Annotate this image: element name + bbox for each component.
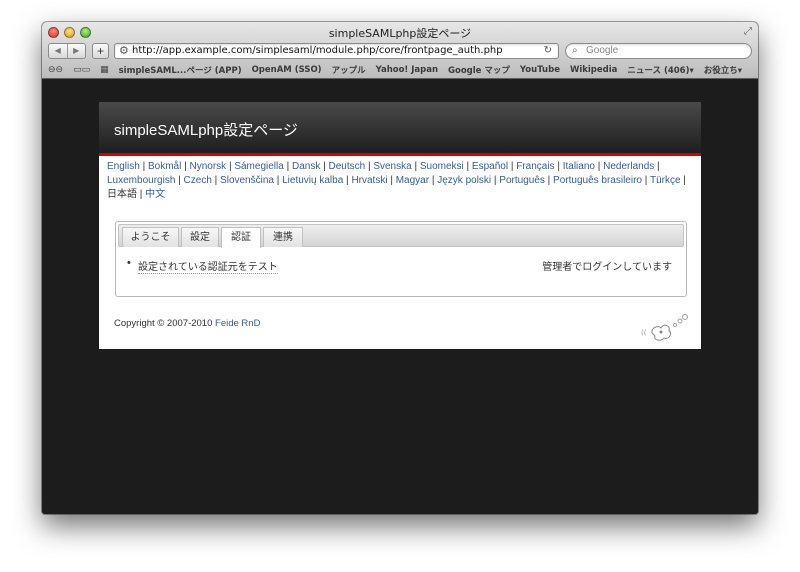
language-separator: | bbox=[463, 161, 472, 172]
language-link[interactable]: Język polski bbox=[437, 175, 491, 186]
add-bookmark-button[interactable]: + bbox=[92, 43, 109, 59]
language-link[interactable]: Slovenščina bbox=[220, 175, 274, 186]
page-title: simpleSAMLphp設定ページ bbox=[114, 122, 298, 139]
language-link[interactable]: Suomeksi bbox=[420, 161, 464, 172]
language-separator: | bbox=[508, 161, 517, 172]
window-title: simpleSAMLphp設定ページ bbox=[328, 27, 472, 40]
language-separator: | bbox=[680, 175, 686, 186]
reload-icon[interactable]: ↻ bbox=[544, 44, 552, 58]
language-link[interactable]: Hrvatski bbox=[351, 175, 387, 186]
bookmark-item[interactable]: Google マップ bbox=[448, 64, 510, 76]
site-icon: ⚙ bbox=[119, 45, 129, 57]
language-link[interactable]: Türkçe bbox=[650, 175, 681, 186]
language-separator: | bbox=[554, 161, 563, 172]
back-button[interactable]: ◀ bbox=[49, 44, 67, 58]
language-separator: | bbox=[139, 161, 148, 172]
copyright-text: Copyright © 2007-2010 bbox=[114, 318, 216, 329]
search-icon[interactable]: ⌕ bbox=[572, 44, 578, 58]
language-separator: | bbox=[411, 161, 420, 172]
bookmark-item[interactable]: Wikipedia bbox=[570, 65, 617, 75]
address-input[interactable]: http://app.example.com/simplesaml/module… bbox=[132, 44, 503, 58]
language-link[interactable]: Luxembourgish bbox=[107, 175, 175, 186]
bookmark-folder[interactable]: お役立ち▾ bbox=[704, 64, 742, 76]
language-link[interactable]: Português bbox=[499, 175, 545, 186]
language-link[interactable]: 中文 bbox=[145, 189, 165, 200]
language-separator: | bbox=[429, 175, 438, 186]
tab-panel: ようこそ 設定 認証 連携 設定されている認証元をテスト 管理者でログインしてい… bbox=[115, 221, 687, 297]
search-input[interactable]: Google bbox=[586, 44, 618, 58]
language-link[interactable]: Lietuvių kalba bbox=[282, 175, 343, 186]
language-link[interactable]: Czech bbox=[184, 175, 212, 186]
language-link[interactable]: Español bbox=[472, 161, 508, 172]
language-separator: | bbox=[283, 161, 292, 172]
bookmarks-book-icon[interactable]: ▭▭ bbox=[73, 65, 90, 75]
list-item: 設定されている認証元をテスト bbox=[127, 257, 278, 274]
language-link[interactable]: Magyar bbox=[396, 175, 429, 186]
feide-link[interactable]: Feide RnD bbox=[215, 318, 260, 329]
language-separator: | bbox=[273, 175, 283, 186]
language-link[interactable]: Dansk bbox=[292, 161, 320, 172]
back-forward-buttons: ◀ ▶ bbox=[48, 43, 86, 59]
page-viewport: simpleSAMLphp設定ページ English | Bokmål | Ny… bbox=[42, 80, 758, 514]
tab-federation[interactable]: 連携 bbox=[263, 227, 303, 247]
bookmark-item[interactable]: Yahoo! Japan bbox=[376, 65, 438, 75]
search-field[interactable]: ⌕ Google bbox=[565, 43, 752, 59]
language-separator: | bbox=[175, 175, 184, 186]
language-separator: | bbox=[137, 189, 146, 200]
forward-button[interactable]: ▶ bbox=[66, 44, 86, 58]
tab-welcome[interactable]: ようこそ bbox=[122, 227, 179, 247]
language-separator: | bbox=[654, 161, 660, 172]
language-separator: | bbox=[594, 161, 604, 172]
bookmark-item[interactable]: simpleSAML...ページ (APP) bbox=[119, 64, 242, 76]
language-link[interactable]: Deutsch bbox=[328, 161, 365, 172]
navigation-toolbar: ◀ ▶ + ⚙ http://app.example.com/simplesam… bbox=[48, 43, 752, 60]
language-separator: | bbox=[544, 175, 554, 186]
language-link[interactable]: Français bbox=[516, 161, 554, 172]
language-link[interactable]: Nederlands bbox=[603, 161, 654, 172]
content-page: simpleSAMLphp設定ページ English | Bokmål | Ny… bbox=[99, 102, 701, 349]
language-link[interactable]: Italiano bbox=[563, 161, 595, 172]
language-link[interactable]: Nynorsk bbox=[189, 161, 226, 172]
bookmark-folder[interactable]: ニュース (406)▾ bbox=[627, 64, 693, 76]
language-link[interactable]: Bokmål bbox=[148, 161, 181, 172]
tab-configuration[interactable]: 設定 bbox=[181, 227, 219, 247]
reading-list-icon[interactable]: ⊖⊖ bbox=[48, 65, 63, 75]
top-sites-icon[interactable]: ▦ bbox=[100, 65, 109, 75]
simplesamlphp-logo-icon: (( bbox=[641, 314, 688, 341]
language-separator: | bbox=[211, 175, 221, 186]
tab-authentication[interactable]: 認証 bbox=[221, 227, 261, 248]
page-header: simpleSAMLphp設定ページ bbox=[99, 102, 701, 156]
tab-bar: ようこそ 設定 認証 連携 bbox=[118, 224, 684, 248]
bookmark-item[interactable]: アップル bbox=[332, 64, 366, 76]
svg-text:((: (( bbox=[641, 329, 647, 337]
copyright: Copyright © 2007-2010 Feide RnD bbox=[114, 318, 260, 329]
login-status: 管理者でログインしています bbox=[542, 262, 672, 273]
language-link[interactable]: Sámegiella bbox=[234, 161, 283, 172]
language-link[interactable]: Svenska bbox=[373, 161, 411, 172]
browser-chrome: simpleSAMLphp設定ページ ⤢ ◀ ▶ + ⚙ http://app.… bbox=[42, 22, 758, 79]
language-link: 日本語 bbox=[107, 189, 137, 200]
language-bar: English | Bokmål | Nynorsk | Sámegiella … bbox=[107, 160, 697, 202]
language-separator: | bbox=[641, 175, 650, 186]
test-auth-sources-link[interactable]: 設定されている認証元をテスト bbox=[138, 262, 278, 274]
bookmark-item[interactable]: YouTube bbox=[520, 65, 560, 75]
language-link[interactable]: English bbox=[107, 161, 140, 172]
language-separator: | bbox=[387, 175, 396, 186]
browser-window: simpleSAMLphp設定ページ ⤢ ◀ ▶ + ⚙ http://app.… bbox=[42, 22, 758, 514]
fullscreen-icon[interactable]: ⤢ bbox=[744, 26, 752, 37]
bookmark-item[interactable]: OpenAM (SSO) bbox=[252, 65, 322, 75]
address-bar[interactable]: ⚙ http://app.example.com/simplesaml/modu… bbox=[114, 43, 559, 59]
bookmarks-bar: ⊖⊖ ▭▭ ▦ simpleSAML...ページ (APP) OpenAM (S… bbox=[48, 63, 752, 77]
language-link[interactable]: Português brasileiro bbox=[553, 175, 642, 186]
